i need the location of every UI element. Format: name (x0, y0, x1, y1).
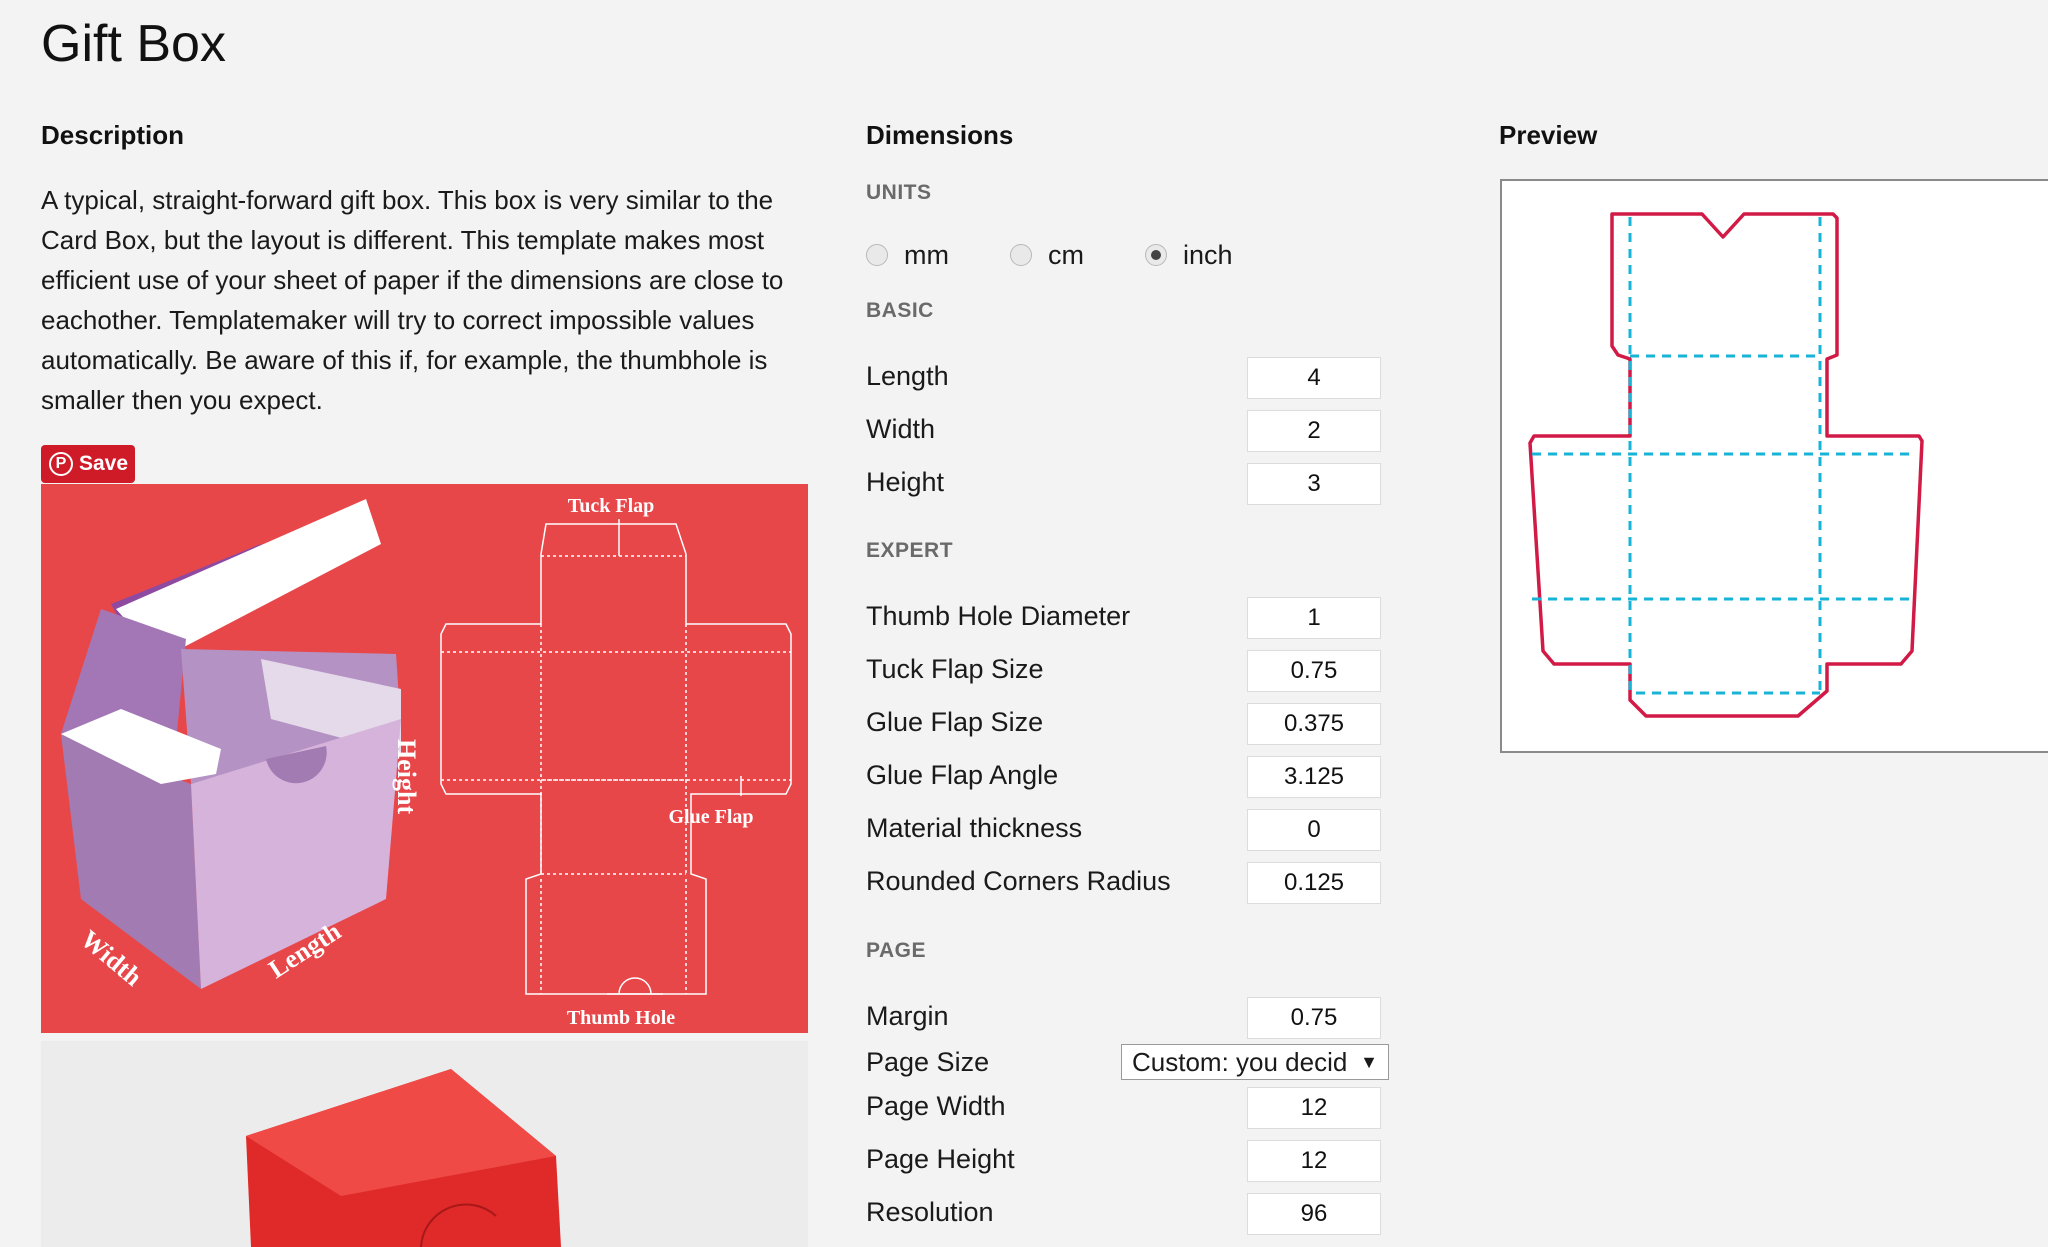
height-input[interactable] (1247, 463, 1381, 505)
material-thickness-input[interactable] (1247, 809, 1381, 851)
page-size-label: Page Size (866, 1047, 990, 1077)
glue-flap-label: Glue Flap (668, 806, 753, 828)
expert-group-label: EXPERT (866, 539, 954, 562)
height-label: Height (392, 739, 421, 814)
basic-group-label: BASIC (866, 299, 934, 322)
unit-option-mm[interactable]: mm (866, 235, 949, 275)
description-text: A typical, straight-forward gift box. Th… (41, 185, 784, 415)
rounded-corners-radius-label: Rounded Corners Radius (866, 866, 1171, 896)
tuck-flap-label: Tuck Flap (568, 495, 655, 517)
margin-label: Margin (866, 1001, 949, 1031)
units-group-label: UNITS (866, 181, 932, 204)
radio-cm-label: cm (1048, 239, 1084, 270)
page-size-select[interactable]: Custom: you decid ▼ (1121, 1044, 1389, 1080)
glue-flap-angle-input[interactable] (1247, 756, 1381, 798)
rounded-corners-radius-input[interactable] (1247, 862, 1381, 904)
resolution-input[interactable] (1247, 1193, 1381, 1235)
page-group-label: PAGE (866, 939, 926, 962)
radio-cm[interactable] (1010, 244, 1032, 266)
thumb-hole-diameter-input[interactable] (1247, 597, 1381, 639)
preview-panel (1500, 179, 2048, 753)
width-label: Width (866, 414, 936, 444)
gift-box-photo (41, 1041, 808, 1247)
radio-inch[interactable] (1145, 244, 1167, 266)
page-width-input[interactable] (1247, 1087, 1381, 1129)
cut-line (1528, 212, 1924, 718)
save-label: Save (79, 452, 129, 475)
thumb-hole-diameter-label: Thumb Hole Diameter (866, 601, 1131, 631)
radio-mm-label: mm (904, 239, 949, 270)
template-preview (1528, 212, 1924, 718)
tuck-flap-size-label: Tuck Flap Size (866, 654, 1044, 684)
page-title: Gift Box (41, 15, 226, 73)
description-heading: Description (41, 120, 185, 150)
resolution-label: Resolution (866, 1197, 994, 1227)
tuck-flap-size-input[interactable] (1247, 650, 1381, 692)
dimensions-heading: Dimensions (866, 120, 1014, 150)
pinterest-icon: P (49, 452, 73, 476)
preview-heading: Preview (1499, 120, 1598, 150)
page-height-label: Page Height (866, 1144, 1015, 1174)
width-input[interactable] (1247, 410, 1381, 452)
thumb-hole-label: Thumb Hole (567, 1007, 675, 1029)
gift-box-diagram: Tuck Flap Glue Flap Thumb Hole Height Wi… (41, 484, 808, 1033)
unit-option-cm[interactable]: cm (1010, 235, 1084, 275)
unit-option-inch[interactable]: inch (1145, 235, 1233, 275)
radio-inch-label: inch (1183, 239, 1233, 270)
glue-flap-angle-label: Glue Flap Angle (866, 760, 1059, 790)
material-thickness-label: Material thickness (866, 813, 1083, 843)
height-label: Height (866, 467, 945, 497)
page-size-value: Custom: you decid (1132, 1046, 1348, 1077)
length-label: Length (866, 361, 949, 391)
page-width-label: Page Width (866, 1091, 1006, 1121)
radio-mm[interactable] (866, 244, 888, 266)
margin-input[interactable] (1247, 997, 1381, 1039)
glue-flap-size-input[interactable] (1247, 703, 1381, 745)
page-height-input[interactable] (1247, 1140, 1381, 1182)
fold-lines (1532, 217, 1914, 696)
pinterest-save-button[interactable]: P Save (41, 445, 135, 483)
dropdown-arrow-icon: ▼ (1360, 1051, 1378, 1072)
glue-flap-size-label: Glue Flap Size (866, 707, 1044, 737)
length-input[interactable] (1247, 357, 1381, 399)
